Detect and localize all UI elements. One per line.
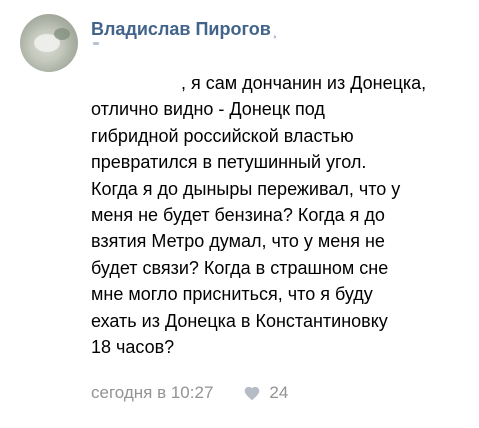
comment-line: гибридной российской властью [91,125,354,146]
reply-to-marker [93,42,99,45]
comment-text: , я сам дончанин из Донецка, отлично вид… [91,70,473,360]
author-name-text: Владислав Пирогов [91,19,271,39]
comment-line: Когда я до дыныры переживал, что у [91,178,401,199]
like-button[interactable]: 24 [243,383,288,403]
like-count: 24 [269,383,289,402]
avatar-image-detail [54,28,70,40]
avatar[interactable] [20,14,78,72]
comment-line: будет связи? Когда в страшном сне [91,257,389,278]
author-name[interactable]: Владислав Пирогов ¸ [91,19,277,40]
comment-line: взятия Метро думал, что у меня не [91,231,385,252]
comment-line: 18 часов? [91,337,175,358]
comment-line: превратился в петушинный угол. [91,152,367,173]
comment-line: отлично видно - Донецк под [91,99,325,120]
comment-line: , я сам дончанин из Донецка, [181,73,427,93]
timestamp[interactable]: сегодня в 10:27 [91,383,213,403]
heart-icon [245,386,260,401]
author-suffix: ¸ [272,22,278,38]
comment-line: ехать из Донецка в Константиновку [91,310,388,331]
comment-line: мне могло присниться, что я буду [91,284,373,305]
comment-meta: сегодня в 10:27 24 [91,383,288,403]
comment-line: меня не будет бензина? Когда я до [91,205,385,226]
